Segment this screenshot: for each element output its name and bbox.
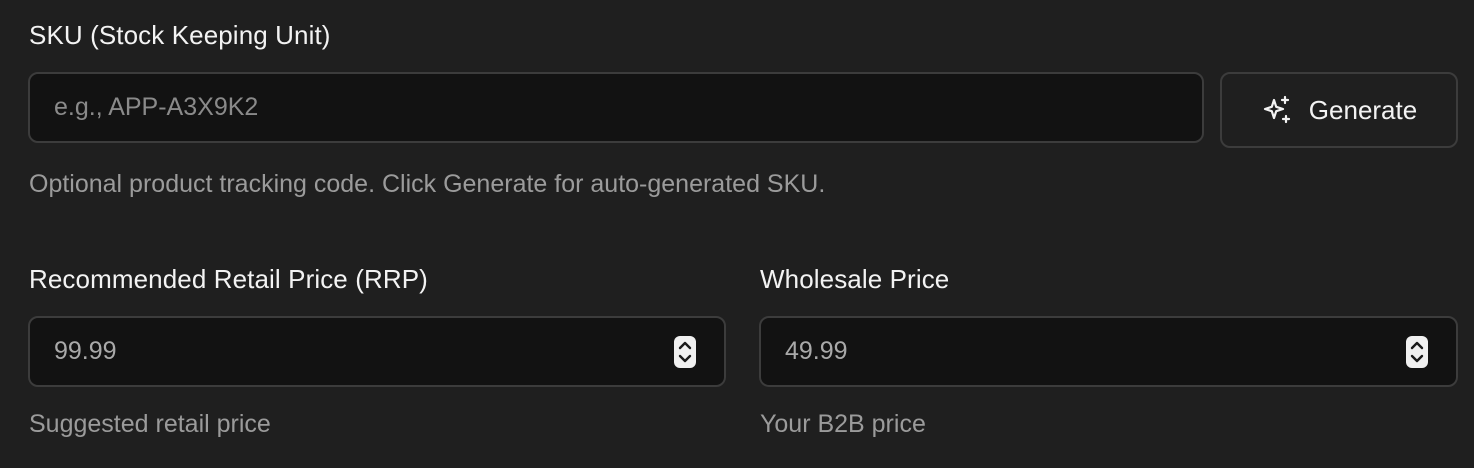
rrp-field[interactable]: [28, 316, 726, 387]
sku-label: SKU (Stock Keeping Unit): [29, 20, 331, 50]
sku-help-text: Optional product tracking code. Click Ge…: [29, 170, 826, 198]
generate-button-label: Generate: [1308, 94, 1418, 125]
wholesale-field[interactable]: [759, 316, 1458, 387]
product-form: SKU (Stock Keeping Unit) Generate Option…: [0, 0, 1474, 468]
wholesale-label: Wholesale Price: [760, 264, 950, 294]
wholesale-stepper[interactable]: [1406, 335, 1428, 368]
rrp-help-text: Suggested retail price: [29, 410, 271, 438]
sku-input[interactable]: [54, 74, 1136, 141]
rrp-input[interactable]: [54, 318, 658, 385]
wholesale-input[interactable]: [785, 318, 1390, 385]
generate-sku-button[interactable]: Generate: [1220, 72, 1458, 148]
rrp-stepper[interactable]: [674, 335, 696, 368]
rrp-label: Recommended Retail Price (RRP): [29, 264, 428, 294]
sku-field[interactable]: [28, 72, 1204, 143]
sparkles-icon: [1261, 94, 1293, 126]
wholesale-help-text: Your B2B price: [760, 410, 926, 438]
